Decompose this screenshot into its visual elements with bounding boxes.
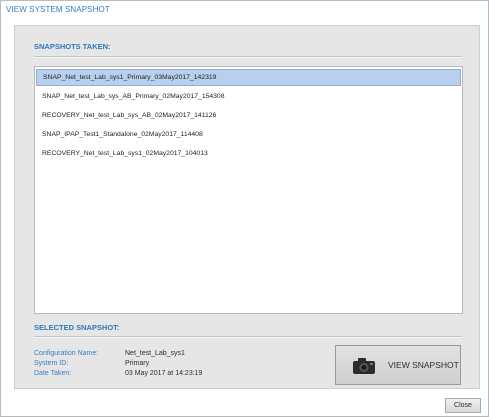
dialog-title: VIEW SYSTEM SNAPSHOT (6, 5, 110, 14)
configuration-name-value: Net_test_Lab_sys1 (125, 350, 185, 357)
date-taken-label: Date Taken: (34, 370, 72, 377)
snapshot-list[interactable]: SNAP_Net_test_Lab_sys1_Primary_03May2017… (34, 66, 463, 314)
snapshot-list-item[interactable]: SNAP_IPAP_Test1_Standalone_02May2017_114… (36, 126, 461, 143)
selected-snapshot-heading: SELECTED SNAPSHOT: (34, 323, 120, 332)
snapshots-divider (34, 56, 462, 58)
title-bar: VIEW SYSTEM SNAPSHOT (1, 1, 488, 19)
system-id-label: System ID: (34, 360, 69, 367)
configuration-name-label: Configuration Name: (34, 350, 99, 357)
snapshot-list-item[interactable]: SNAP_Net_test_Lab_sys_AB_Primary_02May20… (36, 88, 461, 105)
close-button[interactable]: Close (445, 398, 481, 413)
snapshots-heading: SNAPSHOTS TAKEN: (34, 42, 111, 51)
snapshot-dialog: VIEW SYSTEM SNAPSHOT SNAPSHOTS TAKEN: SN… (0, 0, 489, 417)
selected-divider (34, 336, 462, 338)
system-id-value: Primary (125, 360, 150, 367)
snapshot-list-item-label: SNAP_Net_test_Lab_sys_AB_Primary_02May20… (42, 93, 225, 100)
view-snapshot-button[interactable]: VIEW SNAPSHOT (335, 345, 461, 385)
snapshot-list-item[interactable]: RECOVERY_Net_test_Lab_sys_AB_02May2017_1… (36, 107, 461, 124)
snapshot-list-item[interactable]: SNAP_Net_test_Lab_sys1_Primary_03May2017… (36, 69, 461, 86)
date-taken-value: 03 May 2017 at 14:23:19 (125, 370, 203, 377)
snapshot-list-item-label: SNAP_Net_test_Lab_sys1_Primary_03May2017… (43, 74, 217, 81)
snapshot-list-item[interactable]: RECOVERY_Net_test_Lab_sys1_02May2017_104… (36, 145, 461, 162)
view-snapshot-label: VIEW SNAPSHOT (388, 360, 459, 370)
camera-icon (353, 358, 375, 374)
snapshot-list-item-label: RECOVERY_Net_test_Lab_sys1_02May2017_104… (42, 150, 208, 157)
snapshot-list-item-label: SNAP_IPAP_Test1_Standalone_02May2017_114… (42, 131, 203, 138)
snapshot-panel: SNAPSHOTS TAKEN: SNAP_Net_test_Lab_sys1_… (14, 25, 480, 389)
snapshot-list-item-label: RECOVERY_Net_test_Lab_sys_AB_02May2017_1… (42, 112, 217, 119)
